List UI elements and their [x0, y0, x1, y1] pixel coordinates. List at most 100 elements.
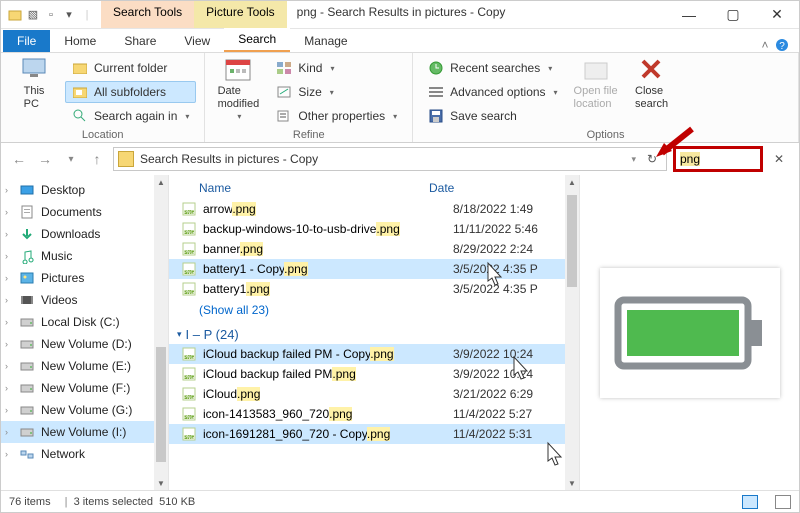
- save-search-button[interactable]: Save search: [421, 105, 564, 127]
- file-row[interactable]: PNGarrow.png8/18/2022 1:49: [169, 199, 579, 219]
- sidebar-item-local-disk-c-[interactable]: ›Local Disk (C:): [1, 311, 168, 333]
- sidebar-item-downloads[interactable]: ›Downloads: [1, 223, 168, 245]
- desktop-icon: [19, 182, 35, 198]
- tree-caret-icon[interactable]: ›: [5, 295, 8, 305]
- close-search-button[interactable]: Close search: [627, 57, 677, 110]
- file-row[interactable]: PNGiCloud.png3/21/2022 6:29: [169, 384, 579, 404]
- column-date[interactable]: Date: [429, 181, 575, 195]
- address-bar[interactable]: Search Results in pictures - Copy ▾ ↻: [113, 147, 667, 171]
- sidebar-item-label: New Volume (D:): [41, 337, 132, 351]
- context-tab-search-tools[interactable]: Search Tools: [101, 1, 194, 28]
- date-modified-button[interactable]: Date modified▾: [213, 57, 263, 121]
- scroll-down-icon[interactable]: ▼: [565, 476, 579, 490]
- recent-searches-button[interactable]: Recent searches▾: [421, 57, 564, 79]
- tree-caret-icon[interactable]: ›: [5, 273, 8, 283]
- group-header-ip[interactable]: ▾I – P (24): [169, 321, 579, 344]
- other-properties-button[interactable]: Other properties▾: [269, 105, 404, 127]
- clear-search-button[interactable]: ✕: [769, 149, 789, 169]
- tab-manage[interactable]: Manage: [290, 30, 361, 52]
- tree-caret-icon[interactable]: ›: [5, 207, 8, 217]
- qat-dropdown-icon[interactable]: ▾: [61, 7, 77, 23]
- tab-search[interactable]: Search: [224, 28, 290, 52]
- sidebar-item-pictures[interactable]: ›Pictures: [1, 267, 168, 289]
- sidebar-scrollbar[interactable]: ▲ ▼: [154, 175, 168, 490]
- tree-caret-icon[interactable]: ›: [5, 185, 8, 195]
- file-date: 11/11/2022 5:46: [453, 222, 538, 236]
- details-view-button[interactable]: [742, 495, 758, 509]
- column-name[interactable]: Name: [199, 181, 429, 195]
- results-list[interactable]: Name Date PNGarrow.png8/18/2022 1:49PNGb…: [169, 175, 579, 490]
- nav-forward-button[interactable]: →: [35, 149, 55, 169]
- scroll-down-icon[interactable]: ▼: [154, 476, 168, 490]
- tree-caret-icon[interactable]: ›: [5, 317, 8, 327]
- list-scrollbar[interactable]: ▲ ▼: [565, 175, 579, 490]
- show-all-link[interactable]: (Show all 23): [169, 299, 579, 321]
- sidebar-item-new-volume-g-[interactable]: ›New Volume (G:): [1, 399, 168, 421]
- sidebar-item-music[interactable]: ›Music: [1, 245, 168, 267]
- drive-icon: [19, 358, 35, 374]
- qat-new-folder-icon[interactable]: ▫: [43, 7, 59, 23]
- kind-button[interactable]: Kind▾: [269, 57, 404, 79]
- this-pc-button[interactable]: This PC: [9, 57, 59, 110]
- file-row[interactable]: PNGiCloud backup failed PM - Copy.png3/9…: [169, 344, 579, 364]
- nav-up-button[interactable]: ↑: [87, 149, 107, 169]
- file-date: 3/21/2022 6:29: [453, 387, 533, 401]
- sidebar-item-new-volume-i-[interactable]: ›New Volume (I:): [1, 421, 168, 443]
- search-again-button[interactable]: Search again in▾: [65, 105, 196, 127]
- sidebar-item-new-volume-d-[interactable]: › New Volume (D:): [1, 333, 168, 355]
- drive-icon: [19, 402, 35, 418]
- tree-caret-icon[interactable]: ›: [5, 383, 8, 393]
- qat-props-icon[interactable]: ▧: [25, 7, 41, 23]
- tree-caret-icon[interactable]: ›: [5, 427, 8, 437]
- help-icon[interactable]: ?: [775, 38, 799, 52]
- advanced-options-button[interactable]: Advanced options▾: [421, 81, 564, 103]
- sidebar-item-documents[interactable]: ›Documents: [1, 201, 168, 223]
- context-tab-picture-tools[interactable]: Picture Tools: [194, 1, 286, 28]
- all-subfolders-button[interactable]: All subfolders: [65, 81, 196, 103]
- file-row[interactable]: PNGbanner.png8/29/2022 2:24: [169, 239, 579, 259]
- svg-text:PNG: PNG: [184, 355, 195, 361]
- size-button[interactable]: Size▾: [269, 81, 404, 103]
- file-row[interactable]: PNGicon-1691281_960_720 - Copy.png11/4/2…: [169, 424, 579, 444]
- maximize-button[interactable]: ▢: [711, 1, 755, 28]
- cursor-icon: [539, 441, 567, 473]
- sidebar-item-new-volume-f-[interactable]: ›New Volume (F:): [1, 377, 168, 399]
- file-row[interactable]: PNGbattery1 - Copy.png3/5/2022 4:35 P: [169, 259, 579, 279]
- tree-caret-icon[interactable]: ›: [5, 361, 8, 371]
- ribbon-group-options: Recent searches▾ Advanced options▾ Save …: [413, 53, 799, 142]
- ribbon-collapse-icon[interactable]: ˄: [755, 38, 775, 52]
- tree-caret-icon[interactable]: ›: [5, 339, 8, 349]
- close-button[interactable]: ✕: [755, 1, 799, 28]
- nav-back-button[interactable]: ←: [9, 149, 29, 169]
- file-row[interactable]: PNGicon-1413583_960_720.png11/4/2022 5:2…: [169, 404, 579, 424]
- sidebar-item-new-volume-e-[interactable]: ›New Volume (E:): [1, 355, 168, 377]
- tree-caret-icon[interactable]: ›: [5, 405, 8, 415]
- minimize-button[interactable]: —: [667, 1, 711, 28]
- scroll-up-icon[interactable]: ▲: [565, 175, 579, 189]
- sidebar-item-desktop[interactable]: ›Desktop: [1, 179, 168, 201]
- tab-share[interactable]: Share: [110, 30, 170, 52]
- tab-view[interactable]: View: [170, 30, 224, 52]
- chevron-down-icon: ▾: [330, 64, 334, 73]
- file-row[interactable]: PNGiCloud backup failed PM.png3/9/2022 1…: [169, 364, 579, 384]
- tab-home[interactable]: Home: [50, 30, 110, 52]
- tree-caret-icon[interactable]: ›: [5, 229, 8, 239]
- navigation-pane[interactable]: ›Desktop›Documents›Downloads›Music›Pictu…: [1, 175, 169, 490]
- sidebar-item-network[interactable]: ›Network: [1, 443, 168, 465]
- file-name: iCloud backup failed PM.png: [203, 367, 447, 381]
- current-folder-button[interactable]: Current folder: [65, 57, 196, 79]
- chevron-down-icon: ▾: [548, 64, 552, 73]
- column-headers[interactable]: Name Date: [169, 175, 579, 199]
- tree-caret-icon[interactable]: ›: [5, 251, 8, 261]
- tree-caret-icon[interactable]: ›: [5, 449, 8, 459]
- scroll-up-icon[interactable]: ▲: [154, 175, 168, 189]
- file-row[interactable]: PNGbattery1.png3/5/2022 4:35 P: [169, 279, 579, 299]
- drive-icon: [19, 314, 35, 330]
- address-chevron-icon[interactable]: ▾: [631, 154, 636, 165]
- sidebar-item-videos[interactable]: ›Videos: [1, 289, 168, 311]
- thumbnails-view-button[interactable]: [775, 495, 791, 509]
- main-area: ›Desktop›Documents›Downloads›Music›Pictu…: [1, 175, 799, 490]
- nav-history-button[interactable]: ▾: [61, 149, 81, 169]
- tab-file[interactable]: File: [3, 30, 50, 52]
- file-row[interactable]: PNGbackup-windows-10-to-usb-drive.png11/…: [169, 219, 579, 239]
